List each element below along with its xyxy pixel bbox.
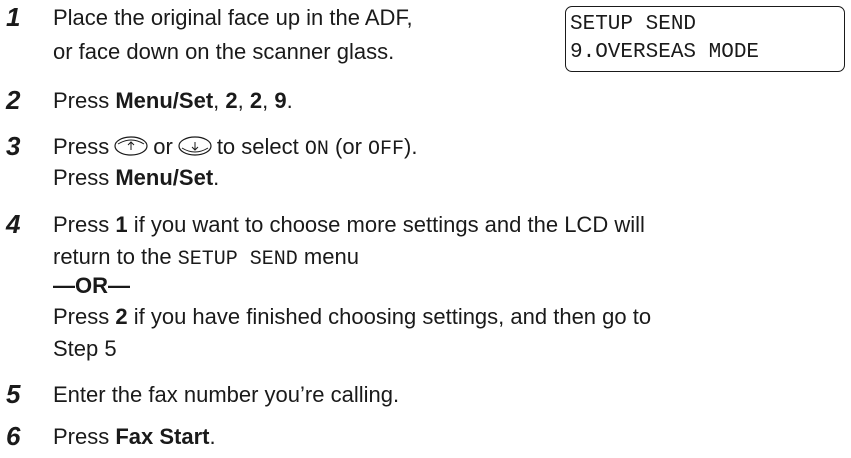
step-number: 5 — [6, 379, 21, 409]
step-text: Press Menu/Set. — [53, 165, 220, 190]
step-text: or face down on the scanner glass. — [53, 39, 395, 64]
key-2: 2 — [115, 304, 128, 329]
lcd-line-1: SETUP SEND — [570, 13, 697, 36]
off-value: OFF — [368, 138, 405, 161]
step-text: Press 2 if you have finished choosing se… — [53, 304, 652, 329]
step-number: 3 — [6, 131, 21, 161]
on-value: ON — [304, 138, 329, 161]
step-text: Press Menu/Set, 2, 2, 9. — [53, 88, 293, 113]
step-text: Place the original face up in the ADF, — [53, 5, 413, 30]
step-number: 1 — [6, 2, 21, 32]
key-2: 2 — [249, 88, 263, 113]
fax-start-key: Fax Start — [115, 424, 210, 449]
step-text: Step 5 — [53, 336, 117, 361]
setup-send-menu-name: SETUP SEND — [177, 248, 298, 271]
step-text: Enter the fax number you’re calling. — [53, 382, 400, 407]
key-2: 2 — [225, 88, 238, 113]
key-9: 9 — [274, 88, 287, 113]
key-1: 1 — [115, 212, 128, 237]
lcd-line-2: 9.OVERSEAS MODE — [570, 41, 760, 64]
lcd-display: SETUP SEND 9.OVERSEAS MODE — [565, 6, 845, 72]
step-number: 2 — [6, 85, 21, 115]
step-number: 6 — [6, 421, 21, 451]
menu-set-key: Menu/Set — [115, 88, 214, 113]
step-text: Press Fax Start. — [53, 424, 216, 449]
menu-set-key: Menu/Set — [115, 165, 214, 190]
step-number: 4 — [6, 209, 21, 239]
step-text: Press 1 if you want to choose more setti… — [53, 212, 645, 237]
or-separator: —OR— — [53, 273, 130, 298]
